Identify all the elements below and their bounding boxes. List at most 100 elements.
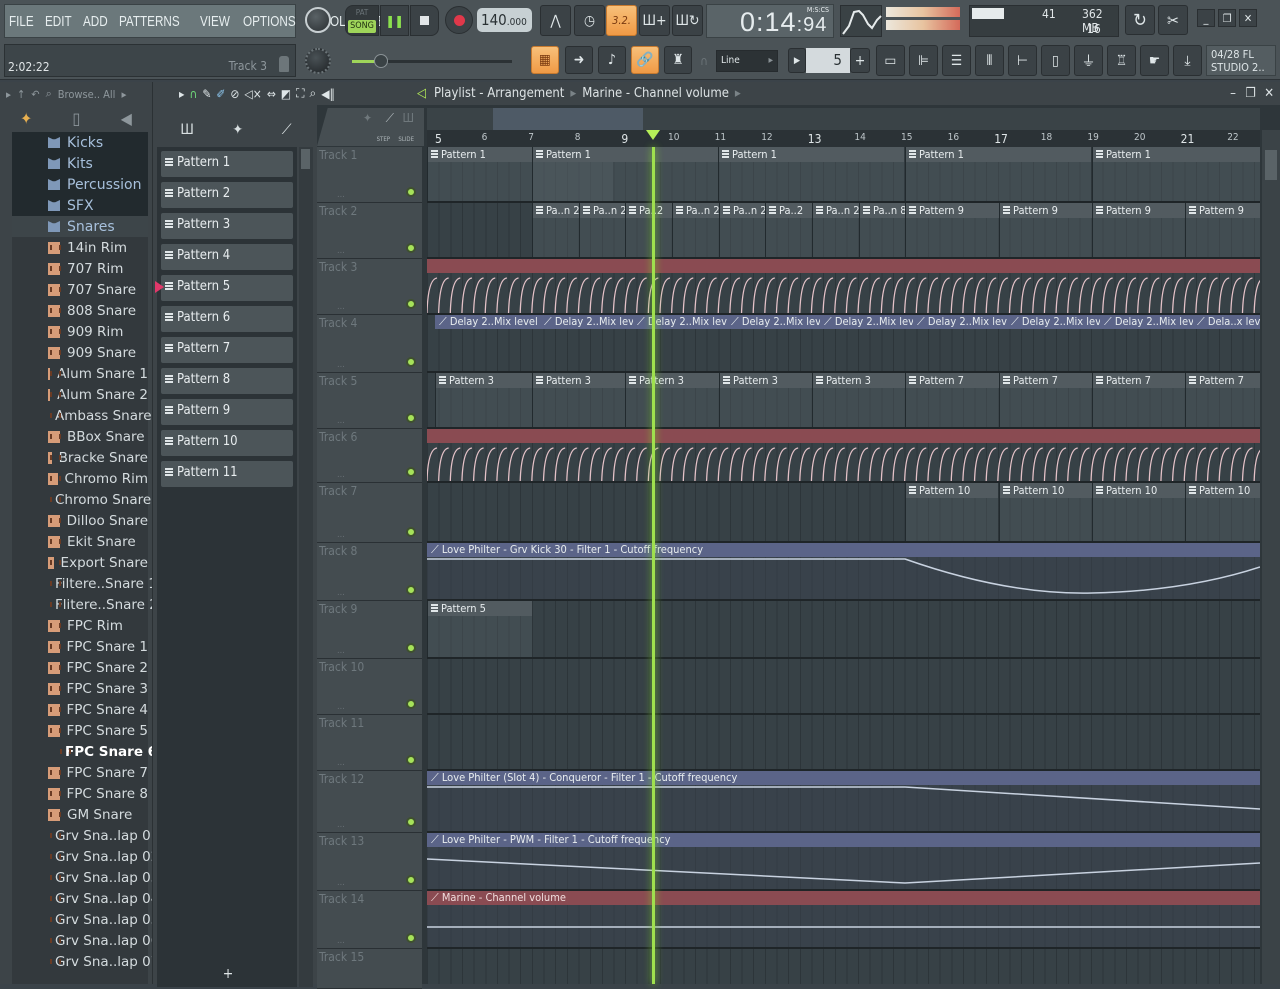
- plugin-database-button[interactable]: ⏚: [1074, 45, 1103, 76]
- automation-clip[interactable]: ⟋ Marine - Channel volume: [427, 891, 1260, 947]
- track-options-icon[interactable]: ...: [337, 190, 345, 200]
- master-slider-track[interactable]: [352, 54, 512, 68]
- pattern-item[interactable]: Pattern 7: [161, 337, 293, 363]
- automation-clip[interactable]: ⟋ Love Philter - Grv Kick 30 - Filter 1 …: [427, 543, 1260, 599]
- snap-magnet-icon[interactable]: ∩: [189, 87, 197, 101]
- step-prev-button[interactable]: ▶: [788, 48, 806, 73]
- browser-item[interactable]: Bracke Snare: [12, 447, 148, 468]
- undo-button[interactable]: ↻: [1125, 5, 1155, 35]
- undo-browse-icon[interactable]: ↶: [31, 88, 39, 101]
- track-header[interactable]: Track 4...: [317, 315, 422, 373]
- pattern-list-scrollbar[interactable]: [299, 147, 313, 987]
- track-header[interactable]: Track 9...: [317, 601, 422, 659]
- browser-item[interactable]: Grv Sna..lap 02: [12, 846, 159, 867]
- pattern-item[interactable]: Pattern 1: [161, 151, 293, 177]
- master-slider-handle[interactable]: [374, 54, 388, 68]
- drum-button[interactable]: ♖: [1107, 45, 1136, 76]
- playlist-overview[interactable]: [427, 108, 1260, 130]
- pat-song-toggle[interactable]: PAT SONG: [345, 5, 379, 36]
- draw-tool-icon[interactable]: ✎: [202, 87, 211, 101]
- expand-icon[interactable]: ▸: [6, 88, 11, 101]
- track-header[interactable]: Track 11...: [317, 715, 422, 771]
- pattern-clip[interactable]: Pa..n 8: [859, 203, 905, 257]
- track-header[interactable]: Track 15: [317, 949, 422, 989]
- pattern-item[interactable]: Pattern 4: [161, 244, 293, 270]
- track-options-icon[interactable]: ...: [337, 758, 345, 768]
- pattern-item[interactable]: Pattern 10: [161, 430, 293, 456]
- pattern-item[interactable]: Pattern 6: [161, 306, 293, 332]
- menu-view[interactable]: VIEW: [200, 13, 230, 30]
- track-header[interactable]: Track 6...: [317, 429, 422, 483]
- select-tool-icon[interactable]: ⛶: [296, 86, 304, 101]
- track-enable-led[interactable]: [406, 467, 416, 477]
- pattern-clip[interactable]: Pa..n 2: [579, 203, 625, 257]
- track-enable-led[interactable]: [406, 243, 416, 253]
- pattern-clip[interactable]: Pattern 10: [1185, 483, 1260, 541]
- audio-tab-icon[interactable]: ✦: [233, 122, 244, 138]
- pattern-clip[interactable]: Pattern 9: [1092, 203, 1185, 257]
- browser-item[interactable]: FPC Snare 4: [12, 699, 148, 720]
- track-options-icon[interactable]: ...: [337, 702, 345, 712]
- speaker-tab-icon[interactable]: ◀: [121, 109, 132, 128]
- automation-clip[interactable]: ⟋ Dela..x level: [1193, 315, 1260, 371]
- up-arrow-icon[interactable]: ↑: [17, 88, 25, 101]
- menu-arrow-icon[interactable]: ▸: [179, 87, 184, 101]
- track-lane[interactable]: [427, 949, 1260, 984]
- track-enable-led[interactable]: [406, 699, 416, 709]
- browser-item[interactable]: FPC Snare 3: [12, 678, 148, 699]
- browser-item[interactable]: Grv Sna..lap 07: [12, 951, 159, 972]
- track-options-icon[interactable]: ...: [337, 878, 345, 888]
- pattern-clip[interactable]: Pattern 10: [905, 483, 998, 541]
- menu-edit[interactable]: EDIT: [45, 13, 72, 30]
- waveform-tab-icon[interactable]: ✦: [20, 109, 32, 128]
- pattern-clip[interactable]: Pa..n 2: [672, 203, 719, 257]
- master-volume-knob[interactable]: [305, 7, 331, 33]
- minimize-button[interactable]: _: [1197, 9, 1215, 27]
- tempo-field[interactable]: 140.000: [477, 8, 532, 32]
- step-size-input[interactable]: 5: [806, 48, 850, 73]
- track-options-icon[interactable]: ...: [337, 360, 345, 370]
- playlist-button[interactable]: ▭: [876, 45, 905, 76]
- slip-tool-icon[interactable]: ⇔: [267, 87, 276, 101]
- browser-item[interactable]: 14in Rim: [12, 237, 148, 258]
- pattern-clip[interactable]: Pa..n 2: [532, 203, 579, 257]
- pattern-item[interactable]: Pattern 8: [161, 368, 293, 394]
- track-enable-led[interactable]: [406, 933, 416, 943]
- automation-clip[interactable]: ⟋ Delay 2..Mix level: [1100, 315, 1193, 371]
- step-toggle[interactable]: STEP: [377, 136, 390, 143]
- time-display[interactable]: M:S:CS 0:14:94: [706, 4, 834, 38]
- browser-item[interactable]: FPC Snare 6: [12, 741, 157, 762]
- automation-clip[interactable]: ⟋ Love Philter (Slot 4) - Conqueror - Fi…: [427, 771, 1260, 831]
- track-header[interactable]: Track 2...: [317, 203, 422, 259]
- pattern-clip[interactable]: Pattern 3: [812, 373, 905, 427]
- pl-restore-button[interactable]: ❐: [1246, 86, 1257, 101]
- close-button[interactable]: ✕: [1239, 9, 1257, 27]
- browser-item[interactable]: Ambass Snare: [12, 405, 152, 426]
- pattern-clip[interactable]: Pattern 7: [999, 373, 1092, 427]
- track-options-icon[interactable]: ...: [337, 246, 345, 256]
- pattern-item[interactable]: Pattern 3: [161, 213, 293, 239]
- cpu-memory-panel[interactable]: 41 362 MB 16: [969, 5, 1119, 37]
- pl-close-button[interactable]: ✕: [1264, 86, 1274, 101]
- browser-item[interactable]: Chromo Rim: [12, 468, 148, 489]
- overview-viewport[interactable]: [493, 108, 643, 130]
- browser-item[interactable]: 707 Snare: [12, 279, 148, 300]
- browser-item[interactable]: Flitere..Snare 2: [12, 594, 158, 615]
- browser-item[interactable]: FPC Snare 8: [12, 783, 148, 804]
- automation-tab-icon[interactable]: ⟋: [282, 122, 292, 138]
- pattern-clip[interactable]: Pa..2: [765, 203, 812, 257]
- browser-item[interactable]: Grv Sna..lap 05: [12, 909, 159, 930]
- step-edit-button[interactable]: Ш+: [639, 5, 670, 36]
- track-header[interactable]: Track 14...: [317, 891, 422, 949]
- step-add-button[interactable]: +: [850, 48, 870, 73]
- multilink-button[interactable]: 🔗: [631, 46, 659, 74]
- snap-select[interactable]: Line: [716, 50, 778, 72]
- browser-item[interactable]: Dilloo Snare: [12, 510, 148, 531]
- automation-clip[interactable]: ⟋ Love Philter - PWM - Filter 1 - Cutoff…: [427, 833, 1260, 889]
- menu-options[interactable]: OPTIONS: [243, 13, 296, 30]
- timeline-ruler[interactable]: 5 6 7 8 9 10 11 12 13 14 15 16 17 18 19 20 21 22: [427, 130, 1260, 147]
- automation-clip[interactable]: [427, 429, 1260, 482]
- playlist-grid[interactable]: Pattern 1 Pattern 1 Pattern 1 Pattern 1 Patt…: [427, 147, 1260, 984]
- pattern-clip[interactable]: Pattern 5: [427, 601, 532, 657]
- browser-item[interactable]: FPC Snare 1: [12, 636, 148, 657]
